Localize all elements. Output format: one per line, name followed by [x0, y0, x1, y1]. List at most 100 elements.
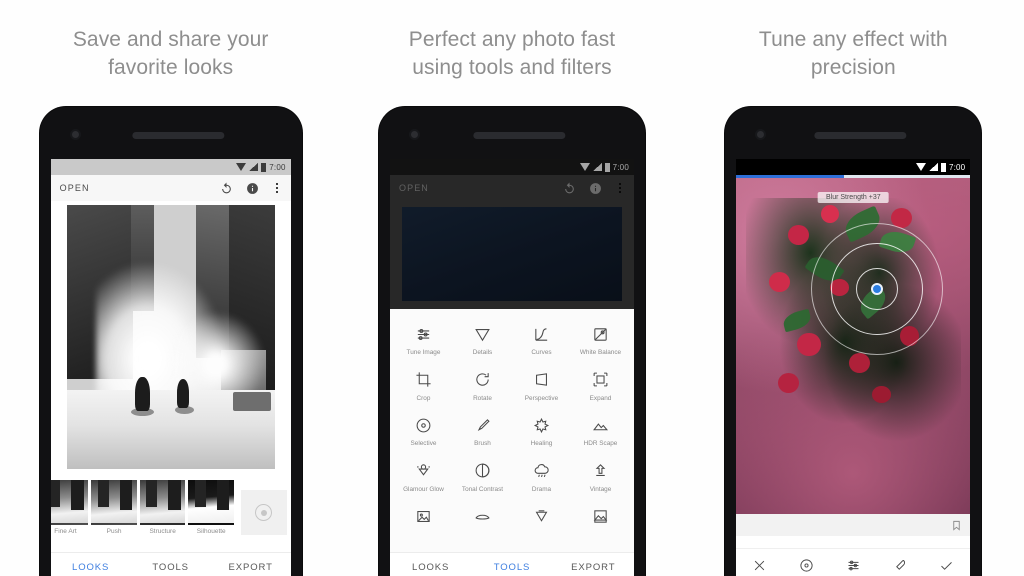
tool-label: Curves: [531, 349, 552, 356]
editor-toolbar-3: [736, 548, 971, 576]
radial-blur-button[interactable]: [783, 558, 830, 573]
check-icon: [941, 562, 953, 570]
tool-glamour-glow[interactable]: Glamour Glow: [394, 456, 453, 498]
details-icon: [454, 324, 511, 344]
brush-button[interactable]: [877, 558, 924, 573]
tab-export[interactable]: EXPORT: [211, 562, 291, 573]
clock-label: 7:00: [269, 162, 286, 172]
add-look-icon: [255, 504, 273, 521]
tab-tools[interactable]: TOOLS: [471, 562, 552, 573]
pedestrian: [135, 376, 150, 411]
cancel-button[interactable]: [736, 558, 783, 573]
look-item[interactable]: Silhouette: [188, 480, 235, 535]
tool-crop[interactable]: Crop: [394, 365, 453, 407]
tool-vintage[interactable]: Vintage: [571, 456, 630, 498]
street-object: [233, 392, 271, 411]
blur-center-handle[interactable]: [870, 282, 883, 295]
brush-icon: [454, 415, 511, 435]
tool-hdr-scape[interactable]: HDR Scape: [571, 410, 630, 452]
tools-grid: Tune Image Details Curves White Balance …: [390, 309, 634, 535]
crop-icon: [395, 370, 452, 390]
add-look-button[interactable]: [241, 490, 287, 535]
perspective-icon: [513, 370, 570, 390]
tool-white-balance[interactable]: White Balance: [571, 319, 630, 361]
tab-tools[interactable]: TOOLS: [131, 562, 211, 573]
clock-label: 7:00: [948, 162, 966, 172]
look-thumbnail: [91, 480, 137, 525]
headline-line-1: Perfect any photo fast: [408, 28, 616, 51]
look-item[interactable]: Fine Art: [50, 480, 89, 535]
tool-tonal-contrast[interactable]: Tonal Contrast: [453, 456, 512, 498]
tab-looks[interactable]: LOOKS: [390, 562, 471, 573]
look-thumbnail: [50, 480, 89, 525]
tool-perspective[interactable]: Perspective: [512, 365, 571, 407]
adjust-sliders-button[interactable]: [830, 558, 877, 573]
look-item[interactable]: Structure: [139, 480, 186, 535]
panel-3-headline: Tune any effect with precision: [683, 26, 1024, 81]
photo-canvas-3[interactable]: Blur Strength +37: [736, 178, 971, 514]
tool-brush[interactable]: Brush: [453, 410, 512, 452]
earpiece-speaker: [132, 132, 225, 139]
signal-icon: [928, 163, 938, 171]
flower-bloom: [797, 332, 821, 357]
black-and-white-street-photo: [66, 205, 275, 469]
phone-3-screen: 7:00 Blur Strength +37: [736, 159, 971, 576]
looks-filmstrip[interactable]: Fine Art Push Structure Silhouette: [50, 469, 291, 535]
headline-line-2: favorite looks: [108, 55, 234, 79]
wifi-icon: [236, 163, 247, 171]
photo-canvas-1[interactable]: [50, 201, 291, 469]
tool-curves[interactable]: Curves: [512, 319, 571, 361]
tool-label: Selective: [410, 440, 437, 448]
phone-mockup-3: 7:00 Blur Strength +37: [725, 107, 982, 576]
tool-drama[interactable]: Drama: [512, 456, 571, 498]
tools-sheet: Tune Image Details Curves White Balance …: [389, 309, 634, 552]
tab-export[interactable]: EXPORT: [553, 562, 634, 573]
flower-bloom: [778, 372, 800, 394]
front-camera-icon: [755, 129, 767, 140]
grunge-icon: [513, 507, 570, 527]
headline-line-2: precision: [810, 55, 896, 79]
tune-icon: [395, 324, 452, 344]
pedestrian: [176, 379, 190, 409]
headline-line-1: Save and share your: [72, 28, 269, 51]
tool-retrolux[interactable]: [453, 502, 512, 535]
tool-double-exposure[interactable]: [571, 502, 630, 535]
tool-label: HDR Scape: [583, 440, 618, 448]
confirm-button[interactable]: [924, 558, 971, 573]
look-item[interactable]: Push: [91, 480, 137, 535]
tab-looks[interactable]: LOOKS: [51, 562, 131, 573]
tool-label: Details: [472, 349, 493, 356]
panel-precision: Tune any effect with precision 7:00 Blur…: [683, 0, 1024, 576]
phone-1-screen: 7:00 OPEN Fine Art Push Structure Silhou…: [50, 159, 291, 576]
look-label: Silhouette: [196, 528, 226, 535]
signal-icon: [249, 163, 259, 171]
status-bar-1: 7:00: [50, 159, 291, 175]
tool-label: Brush: [474, 440, 491, 448]
phone-mockup-2: 7:00 OPEN Tune Image Details Curves Whit…: [378, 107, 645, 576]
tool-expand[interactable]: Expand: [571, 365, 630, 407]
tool-healing[interactable]: Healing: [512, 410, 571, 452]
look-thumbnail: [139, 480, 186, 525]
bookmark-icon[interactable]: [951, 520, 962, 531]
undo-icon[interactable]: [220, 182, 233, 195]
overflow-menu-icon[interactable]: [272, 183, 282, 193]
tool-label: Tonal Contrast: [461, 485, 504, 493]
sliders-icon: [848, 560, 859, 571]
tool-label: Healing: [530, 440, 553, 448]
look-label: Fine Art: [54, 528, 77, 535]
close-icon: [754, 560, 765, 571]
tool-selective[interactable]: Selective: [394, 410, 453, 452]
look-label: Structure: [149, 528, 176, 535]
tool-tune-image[interactable]: Tune Image: [394, 319, 453, 361]
tool-grainy-film[interactable]: [394, 502, 453, 535]
tool-rotate[interactable]: Rotate: [453, 365, 512, 407]
panel-1-headline: Save and share your favorite looks: [0, 26, 341, 81]
tool-grunge[interactable]: [512, 502, 571, 535]
look-label: Push: [106, 528, 122, 535]
info-icon[interactable]: [246, 182, 259, 195]
grainy-film-icon: [395, 507, 452, 527]
open-button[interactable]: OPEN: [60, 183, 90, 193]
tool-details[interactable]: Details: [453, 319, 512, 361]
headline-line-2: using tools and filters: [412, 55, 612, 79]
front-camera-icon: [408, 129, 420, 140]
